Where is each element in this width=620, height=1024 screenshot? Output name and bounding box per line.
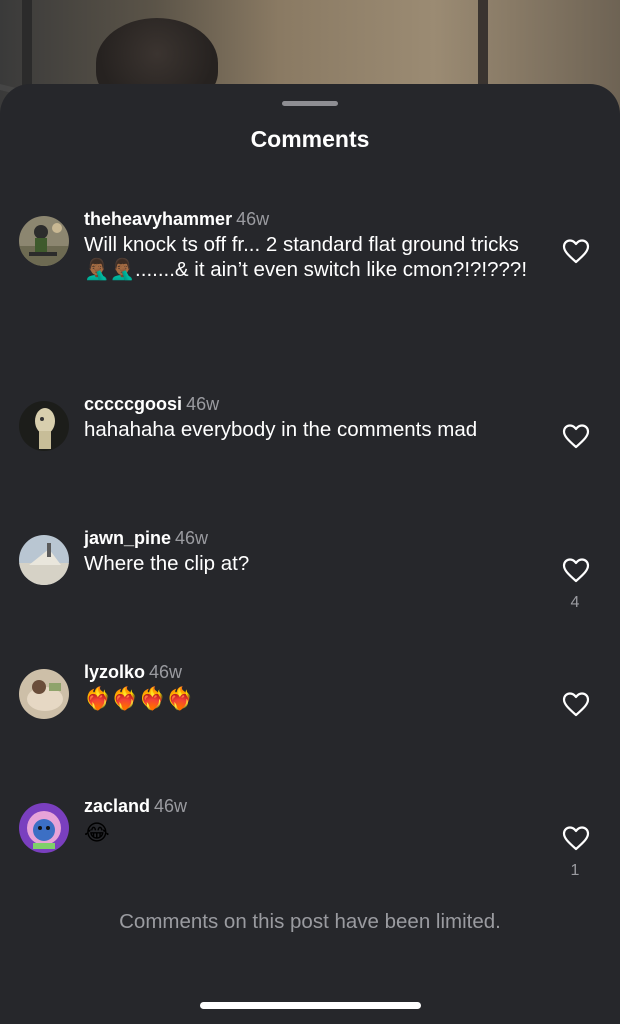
sheet-title: Comments: [250, 126, 370, 152]
comment-header: jawn_pine 46w: [84, 526, 208, 550]
comment-text: Where the clip at?: [84, 552, 250, 575]
comment-username[interactable]: theheavyhammer: [84, 209, 232, 229]
comment-header: cccccgoosi 46w: [84, 392, 219, 416]
comment-emoji-text: ❤️‍🔥❤️‍🔥❤️‍🔥❤️‍🔥: [84, 686, 194, 711]
comment-username[interactable]: jawn_pine: [84, 528, 171, 548]
avatar[interactable]: [19, 669, 69, 719]
like-count[interactable]: 1: [560, 862, 590, 880]
comment-header: lyzolko 46w: [84, 660, 182, 684]
heart-outline-icon[interactable]: [562, 423, 590, 449]
comment-timestamp: 46w: [175, 528, 209, 548]
comment-timestamp: 46w: [154, 796, 188, 816]
like-count[interactable]: 4: [560, 594, 590, 612]
sheet-grabber[interactable]: [282, 101, 338, 106]
comment-username[interactable]: lyzolko: [84, 662, 145, 682]
comment-timestamp: 46w: [236, 209, 270, 229]
comment-username[interactable]: zacland: [84, 796, 150, 816]
heart-outline-icon[interactable]: [562, 825, 590, 851]
comment-text: hahahaha everybody in the comments mad: [84, 418, 478, 441]
avatar[interactable]: [19, 535, 69, 585]
comment-header: theheavyhammer 46w: [84, 207, 269, 231]
heart-outline-icon[interactable]: [562, 238, 590, 264]
avatar[interactable]: [19, 216, 69, 266]
avatar[interactable]: [19, 803, 69, 853]
comments-limited-notice: Comments on this post have been limited.: [119, 910, 501, 933]
comment-emoji-text: 😂: [84, 820, 110, 845]
heart-outline-icon[interactable]: [562, 557, 590, 583]
comment-username[interactable]: cccccgoosi: [84, 394, 182, 414]
comment-timestamp: 46w: [149, 662, 183, 682]
comment-text: Will knock ts off fr... 2 standard flat …: [84, 233, 528, 281]
comments-sheet: Comments theheavyhammer 46w Will knock ts…: [0, 84, 620, 1024]
heart-outline-icon[interactable]: [562, 691, 590, 717]
avatar[interactable]: [19, 401, 69, 451]
comment-header: zacland 46w: [84, 794, 187, 818]
comment-timestamp: 46w: [186, 394, 220, 414]
home-indicator[interactable]: [200, 1002, 421, 1009]
